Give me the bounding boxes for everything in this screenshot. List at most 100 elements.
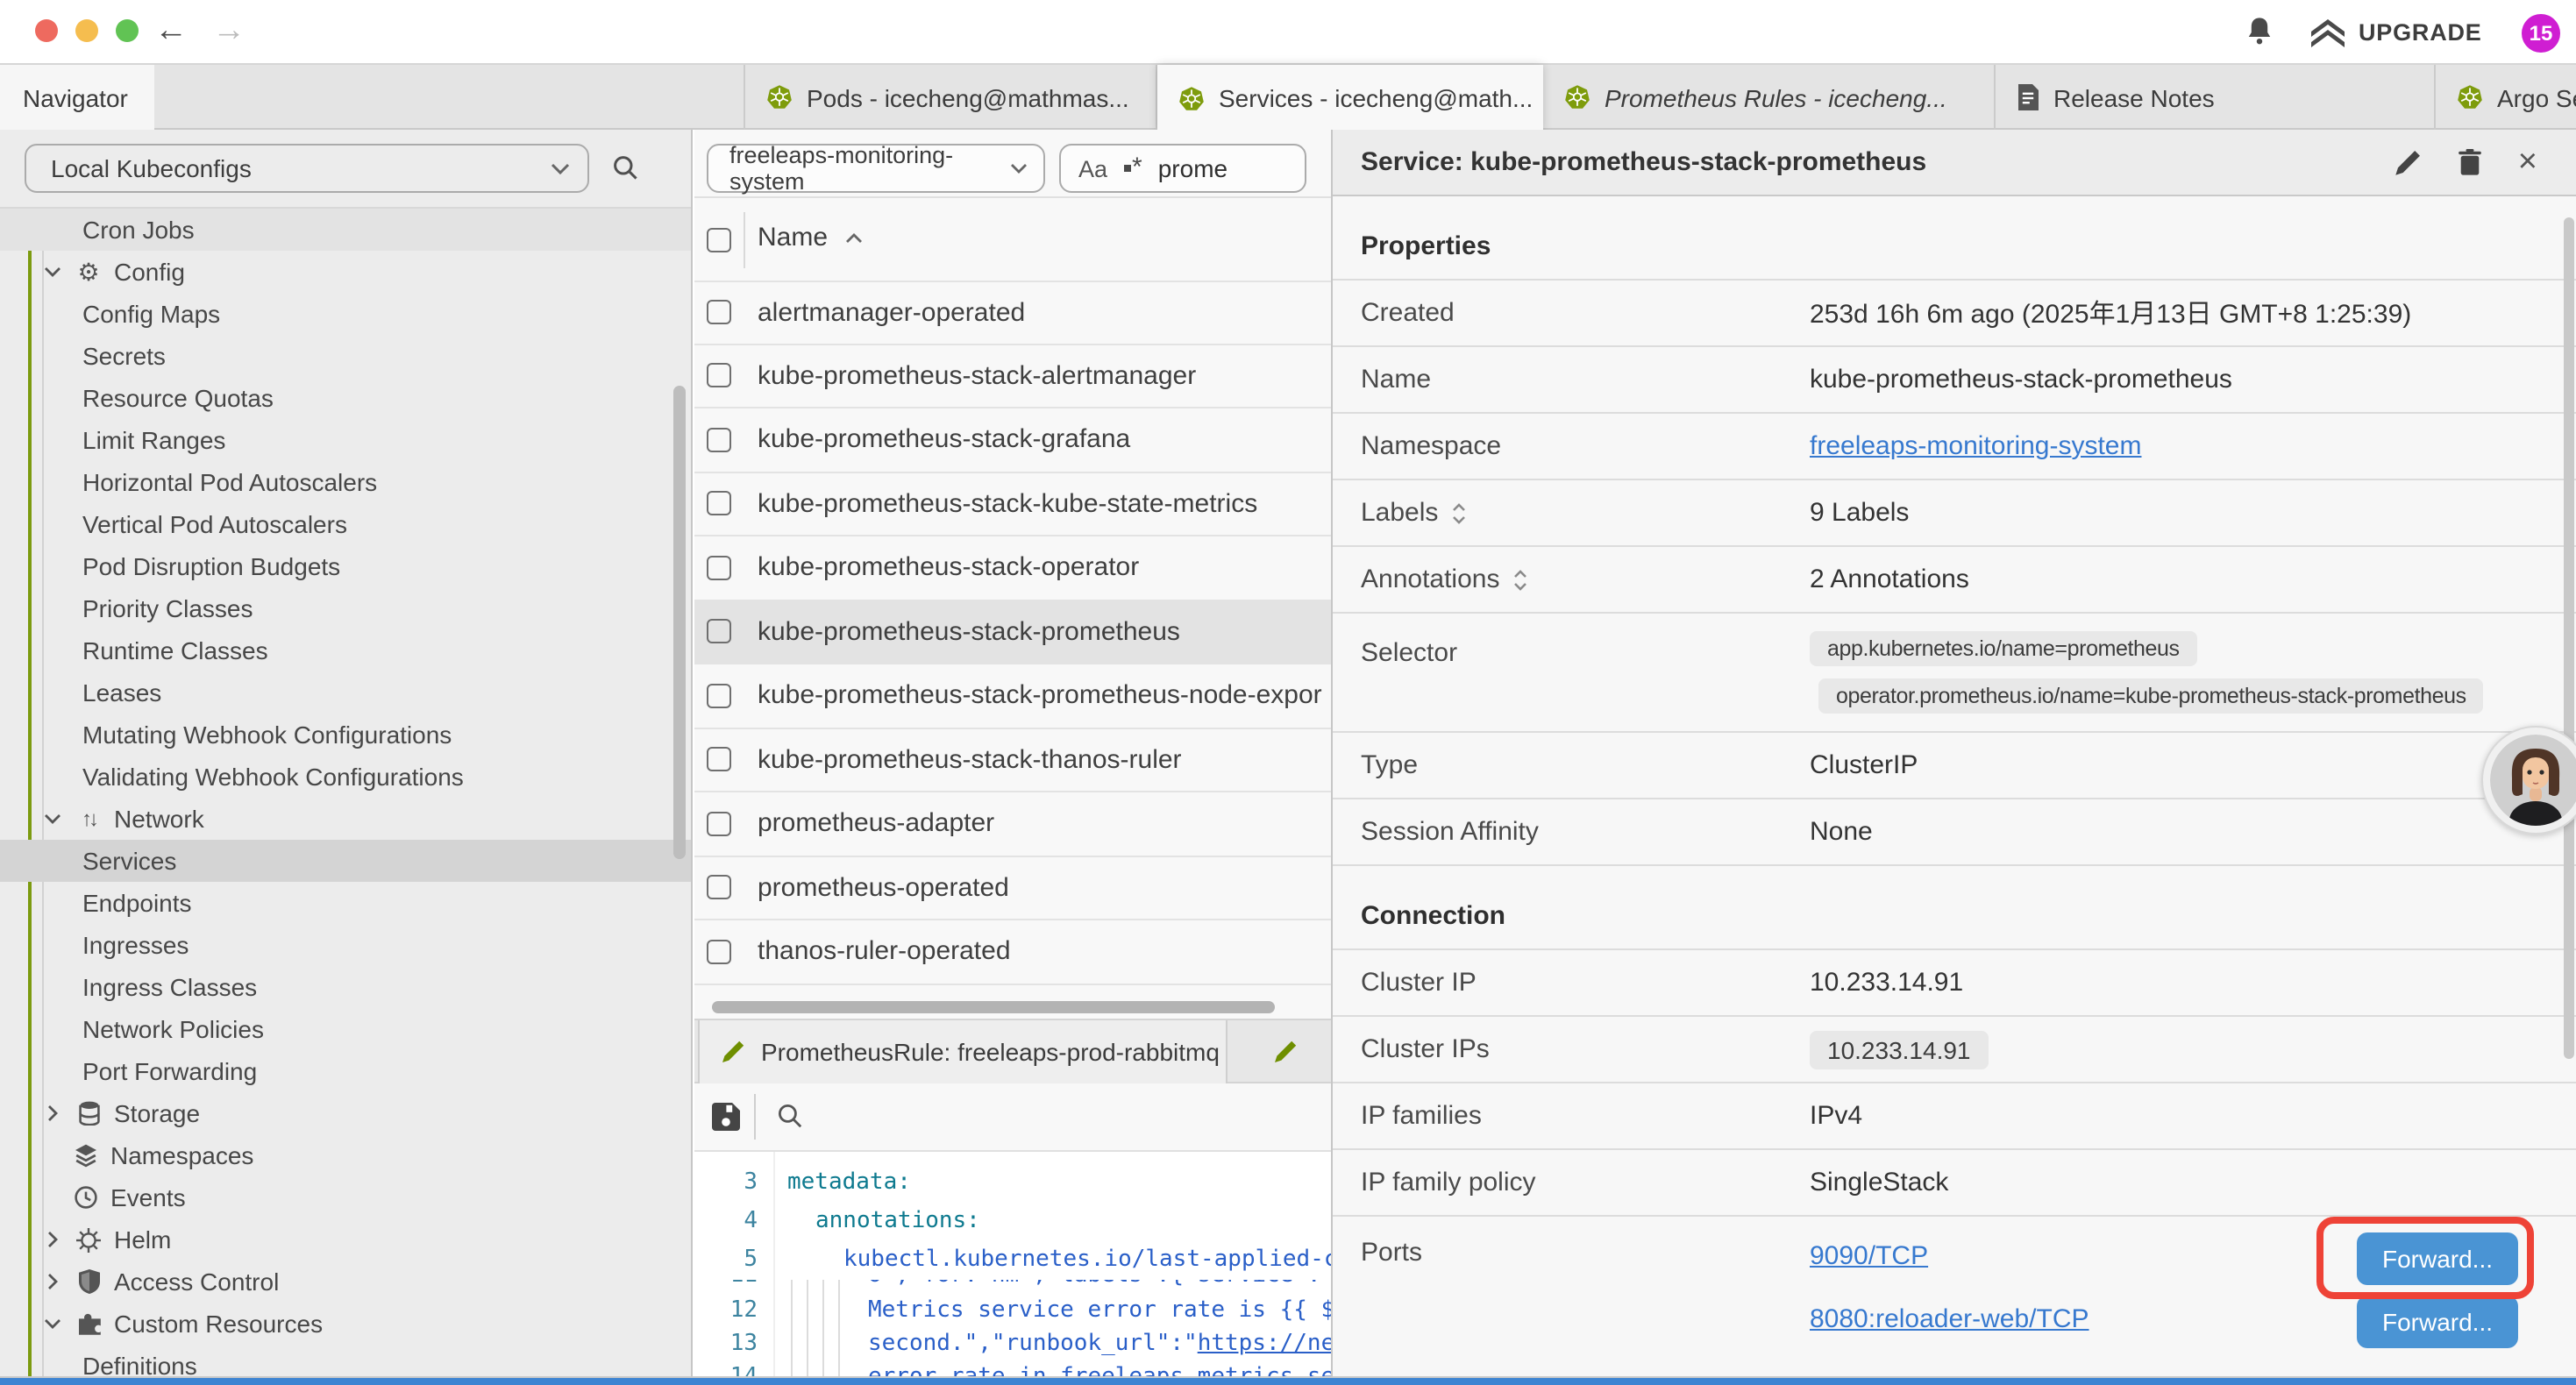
- sort-ascending-icon[interactable]: [845, 233, 863, 244]
- match-case-icon[interactable]: Aa: [1078, 155, 1107, 181]
- search-icon[interactable]: [777, 1103, 803, 1129]
- table-row[interactable]: kube-prometheus-stack-grafana: [694, 408, 1331, 472]
- sidebar-item-resource-quotas[interactable]: Resource Quotas: [0, 377, 691, 419]
- sidebar-item-network-policies[interactable]: Network Policies: [0, 1008, 691, 1050]
- upgrade-button[interactable]: UPGRADE: [2311, 0, 2482, 65]
- detail-scrollbar[interactable]: [2564, 217, 2574, 1059]
- row-checkbox[interactable]: [707, 556, 731, 580]
- regex-icon[interactable]: *: [1123, 160, 1142, 177]
- sidebar-item-mutating-webhook-configurations[interactable]: Mutating Webhook Configurations: [0, 714, 691, 756]
- tab-pods[interactable]: Pods - icecheng@mathmas...: [744, 65, 1157, 130]
- editor-tab-label: PrometheusRule: freeleaps-prod-rabbitmq: [761, 1038, 1220, 1066]
- minimize-window-button[interactable]: [75, 19, 98, 42]
- table-row[interactable]: thanos-ruler-operated: [694, 920, 1331, 984]
- sidebar-item-definitions[interactable]: Definitions: [0, 1345, 691, 1378]
- sidebar-item-storage[interactable]: Storage: [0, 1092, 691, 1134]
- services-list-panel: freeleaps-monitoring-system Aa * prome N…: [694, 130, 1331, 1378]
- sidebar-item-events[interactable]: Events: [0, 1176, 691, 1218]
- select-all-checkbox[interactable]: [707, 228, 731, 252]
- chevron-right-icon: [40, 1104, 63, 1122]
- sidebar-item-services[interactable]: Services: [0, 840, 691, 882]
- namespace-filter-dropdown[interactable]: freeleaps-monitoring-system: [707, 144, 1045, 193]
- sidebar-scrollbar[interactable]: [673, 386, 686, 859]
- namespace-link[interactable]: freeleaps-monitoring-system: [1810, 431, 2142, 461]
- forward-button[interactable]: Forward...: [2357, 1296, 2518, 1348]
- avatar[interactable]: [2481, 726, 2576, 835]
- kubeconfig-selector[interactable]: Local Kubeconfigs: [25, 144, 589, 193]
- search-input[interactable]: Aa * prome: [1059, 144, 1306, 193]
- table-row[interactable]: kube-prometheus-stack-thanos-ruler: [694, 728, 1331, 792]
- sidebar-item-custom-resources[interactable]: Custom Resources: [0, 1303, 691, 1345]
- sidebar-item-access-control[interactable]: Access Control: [0, 1261, 691, 1303]
- editor-tab-partial[interactable]: [1273, 1020, 1331, 1083]
- sidebar-item-priority-classes[interactable]: Priority Classes: [0, 587, 691, 629]
- sidebar-item-port-forwarding[interactable]: Port Forwarding: [0, 1050, 691, 1092]
- tab-argo[interactable]: Argo Se: [2436, 65, 2576, 130]
- row-checkbox[interactable]: [707, 620, 731, 644]
- table-row[interactable]: kube-prometheus-stack-alertmanager: [694, 344, 1331, 408]
- table-row[interactable]: prometheus-operated: [694, 856, 1331, 920]
- sidebar-item-ingresses[interactable]: Ingresses: [0, 924, 691, 966]
- sidebar-item-namespaces[interactable]: Namespaces: [0, 1134, 691, 1176]
- sidebar-item-validating-webhook-configurations[interactable]: Validating Webhook Configurations: [0, 756, 691, 798]
- tab-services[interactable]: Services - icecheng@math... ×: [1157, 65, 1543, 131]
- row-checkbox[interactable]: [707, 492, 731, 516]
- notification-badge[interactable]: 15: [2522, 14, 2560, 53]
- sidebar-item-secrets[interactable]: Secrets: [0, 335, 691, 377]
- editor-tab-prometheusrule[interactable]: PrometheusRule: freeleaps-prod-rabbitmq: [698, 1020, 1228, 1083]
- sidebar-item-network[interactable]: ↑↓ Network: [0, 798, 691, 840]
- sidebar-item-config[interactable]: ⚙ Config: [0, 251, 691, 293]
- row-checkbox[interactable]: [707, 940, 731, 964]
- expand-collapse-icon[interactable]: [1452, 502, 1466, 523]
- search-icon[interactable]: [612, 154, 638, 181]
- table-row-selected[interactable]: kube-prometheus-stack-prometheus: [694, 600, 1331, 664]
- port-link-8080[interactable]: 8080:reloader-web/TCP: [1810, 1304, 2089, 1334]
- navigator-tab[interactable]: Navigator: [0, 65, 154, 131]
- name-column-header[interactable]: Name: [758, 223, 828, 252]
- maximize-window-button[interactable]: [116, 19, 139, 42]
- horizontal-scrollbar[interactable]: [712, 1001, 1275, 1013]
- sidebar-item-vertical-pod-autoscalers[interactable]: Vertical Pod Autoscalers: [0, 503, 691, 545]
- sidebar-item-horizontal-pod-autoscalers[interactable]: Horizontal Pod Autoscalers: [0, 461, 691, 503]
- tab-release-notes[interactable]: Release Notes: [1996, 65, 2436, 130]
- sidebar-item-pod-disruption-budgets[interactable]: Pod Disruption Budgets: [0, 545, 691, 587]
- port-link-9090[interactable]: 9090/TCP: [1810, 1241, 1928, 1271]
- sidebar-item-helm[interactable]: Helm: [0, 1218, 691, 1261]
- expand-collapse-icon[interactable]: [1513, 569, 1527, 590]
- sidebar-item-cron-jobs[interactable]: Cron Jobs: [0, 209, 691, 251]
- search-query: prome: [1158, 154, 1228, 182]
- back-arrow-icon[interactable]: ←: [154, 9, 188, 54]
- sidebar-item-leases[interactable]: Leases: [0, 671, 691, 714]
- yaml-editor[interactable]: 3 metadata: 4 annotations: 5 kubectl.kub…: [694, 1150, 1331, 1378]
- row-checkbox[interactable]: [707, 301, 731, 325]
- table-row[interactable]: kube-prometheus-stack-kube-state-metrics: [694, 472, 1331, 536]
- row-checkbox[interactable]: [707, 876, 731, 900]
- tab-strip: Navigator Pods - icecheng@mathmas... Ser…: [0, 65, 2576, 130]
- row-checkbox[interactable]: [707, 684, 731, 708]
- delete-icon[interactable]: [2459, 149, 2481, 175]
- close-icon[interactable]: ×: [2518, 146, 2537, 179]
- sidebar-item-limit-ranges[interactable]: Limit Ranges: [0, 419, 691, 461]
- edit-icon[interactable]: [2394, 148, 2422, 176]
- row-checkbox[interactable]: [707, 748, 731, 772]
- chevron-right-icon: [40, 1231, 63, 1248]
- code-line-clipped: 11 o", for: hm", labels :{ service : f: [694, 1280, 1331, 1294]
- table-row[interactable]: prometheus-adapter: [694, 792, 1331, 856]
- save-icon[interactable]: [712, 1103, 740, 1131]
- property-row-namespace: Namespace freeleaps-monitoring-system: [1333, 414, 2576, 480]
- table-row[interactable]: alertmanager-operated: [694, 281, 1331, 344]
- sidebar-item-ingress-classes[interactable]: Ingress Classes: [0, 966, 691, 1008]
- close-window-button[interactable]: [35, 19, 58, 42]
- sidebar-item-config-maps[interactable]: Config Maps: [0, 293, 691, 335]
- row-checkbox[interactable]: [707, 428, 731, 452]
- row-checkbox[interactable]: [707, 364, 731, 388]
- sidebar-item-runtime-classes[interactable]: Runtime Classes: [0, 629, 691, 671]
- tab-prometheus-rules[interactable]: Prometheus Rules - icecheng...: [1543, 65, 1996, 130]
- property-row-session-affinity: Session Affinity None: [1333, 799, 2576, 866]
- table-row[interactable]: kube-prometheus-stack-prometheus-node-ex…: [694, 664, 1331, 728]
- sidebar-item-endpoints[interactable]: Endpoints: [0, 882, 691, 924]
- row-checkbox[interactable]: [707, 812, 731, 836]
- table-row[interactable]: kube-prometheus-stack-operator: [694, 536, 1331, 600]
- forward-arrow-icon[interactable]: →: [212, 9, 246, 54]
- bell-icon[interactable]: [2245, 16, 2274, 47]
